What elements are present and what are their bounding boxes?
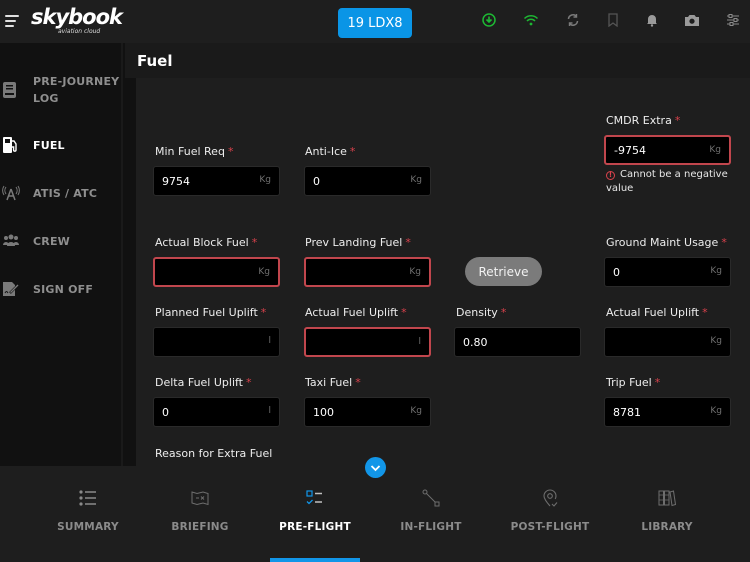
page-title: Fuel xyxy=(137,52,173,70)
delta-fuel-uplift-label: Delta Fuel Uplift * xyxy=(155,376,252,389)
prev-landing-fuel-input[interactable] xyxy=(306,259,429,285)
menu-icon xyxy=(5,15,19,17)
anti-ice-field[interactable]: Kg xyxy=(304,166,431,196)
library-icon xyxy=(657,488,677,508)
actual-block-fuel-input[interactable] xyxy=(155,259,278,285)
settings-sliders-icon[interactable] xyxy=(725,12,741,28)
logbook-icon xyxy=(2,81,18,99)
bottom-navigation: SUMMARY BRIEFING PRE-FLIGHT IN-FLIGHT PO… xyxy=(0,466,750,562)
sidebar-item-sign-off[interactable]: SIGN OFF xyxy=(0,280,123,300)
actual-fuel-uplift-litres-input[interactable] xyxy=(306,329,429,355)
page-header: Fuel xyxy=(125,43,750,78)
bell-icon[interactable] xyxy=(644,12,660,28)
actual-block-fuel-label: Actual Block Fuel * xyxy=(155,236,258,249)
min-fuel-req-field[interactable]: Kg xyxy=(153,166,280,196)
radio-tower-icon xyxy=(2,185,20,203)
actual-fuel-uplift-kg-label: Actual Fuel Uplift * xyxy=(606,306,708,319)
cmdr-extra-field[interactable]: Kg xyxy=(604,135,731,165)
active-tab-indicator xyxy=(270,558,360,562)
sidebar-item-atis-atc[interactable]: ATIS / ATC xyxy=(0,184,123,204)
actual-block-fuel-field[interactable]: Kg xyxy=(153,257,280,287)
planned-fuel-uplift-input[interactable] xyxy=(154,328,279,356)
tab-pre-flight[interactable]: PRE-FLIGHT xyxy=(265,466,365,562)
tab-summary[interactable]: SUMMARY xyxy=(38,466,138,562)
actual-fuel-uplift-kg-field[interactable]: Kg xyxy=(604,327,731,357)
tab-in-flight[interactable]: IN-FLIGHT xyxy=(381,466,481,562)
trip-fuel-label: Trip Fuel * xyxy=(606,376,661,389)
delta-fuel-uplift-field[interactable]: l xyxy=(153,397,280,427)
ground-maint-usage-field[interactable]: Kg xyxy=(604,257,731,287)
density-input[interactable] xyxy=(455,328,580,356)
tab-post-flight[interactable]: POST-FLIGHT xyxy=(500,466,600,562)
sign-off-icon xyxy=(2,281,19,299)
density-field[interactable] xyxy=(454,327,581,357)
cmdr-extra-error: ! Cannot be a negative value xyxy=(606,169,728,194)
trip-fuel-field[interactable]: Kg xyxy=(604,397,731,427)
chevron-down-icon xyxy=(370,464,381,471)
location-check-icon xyxy=(540,488,560,508)
sidebar: PRE-JOURNEY LOG FUEL ATIS / ATC CREW SIG… xyxy=(0,43,123,466)
map-icon xyxy=(190,488,210,508)
taxi-fuel-input[interactable] xyxy=(305,398,430,426)
anti-ice-input[interactable] xyxy=(305,167,430,195)
sidebar-item-pre-journey-log[interactable]: PRE-JOURNEY LOG xyxy=(0,73,123,109)
planned-fuel-uplift-label: Planned Fuel Uplift * xyxy=(155,306,267,319)
camera-icon[interactable] xyxy=(684,12,700,28)
scroll-down-button[interactable] xyxy=(365,457,386,478)
min-fuel-req-label: Min Fuel Req * xyxy=(155,145,234,158)
app-logo: skybook aviation cloud xyxy=(31,5,123,35)
tab-briefing[interactable]: BRIEFING xyxy=(150,466,250,562)
anti-ice-label: Anti-Ice * xyxy=(305,145,356,158)
fuel-pump-icon xyxy=(2,136,18,154)
wifi-icon[interactable] xyxy=(523,12,539,28)
flight-selector-button[interactable]: 19 LDX8 xyxy=(338,8,412,38)
prev-landing-fuel-label: Prev Landing Fuel * xyxy=(305,236,411,249)
download-icon[interactable] xyxy=(481,12,497,28)
density-label: Density * xyxy=(456,306,507,319)
min-fuel-req-input[interactable] xyxy=(154,167,279,195)
menu-button[interactable] xyxy=(5,15,19,27)
sidebar-item-fuel[interactable]: FUEL xyxy=(0,136,123,156)
ground-maint-usage-input[interactable] xyxy=(605,258,730,286)
tab-library[interactable]: LIBRARY xyxy=(617,466,717,562)
top-bar: skybook aviation cloud 19 LDX8 xyxy=(0,0,750,43)
bookmark-icon[interactable] xyxy=(605,12,621,28)
reason-extra-fuel-label: Reason for Extra Fuel xyxy=(155,447,273,460)
cmdr-extra-input[interactable] xyxy=(606,137,729,163)
list-icon xyxy=(78,488,98,508)
crew-icon xyxy=(2,233,19,251)
retrieve-button[interactable]: Retrieve xyxy=(465,257,542,286)
actual-fuel-uplift-litres-label: Actual Fuel Uplift * xyxy=(305,306,407,319)
delta-fuel-uplift-input[interactable] xyxy=(154,398,279,426)
taxi-fuel-label: Taxi Fuel * xyxy=(305,376,361,389)
sync-icon[interactable] xyxy=(565,12,581,28)
ground-maint-usage-label: Ground Maint Usage * xyxy=(606,236,727,249)
error-icon: ! xyxy=(606,171,615,180)
checklist-icon xyxy=(305,488,325,508)
actual-fuel-uplift-litres-field[interactable]: l xyxy=(304,327,431,357)
sidebar-item-crew[interactable]: CREW xyxy=(0,232,123,252)
trip-fuel-input[interactable] xyxy=(605,398,730,426)
taxi-fuel-field[interactable]: Kg xyxy=(304,397,431,427)
route-icon xyxy=(421,488,441,508)
cmdr-extra-label: CMDR Extra * xyxy=(606,114,681,127)
planned-fuel-uplift-field[interactable]: l xyxy=(153,327,280,357)
prev-landing-fuel-field[interactable]: Kg xyxy=(304,257,431,287)
actual-fuel-uplift-kg-input[interactable] xyxy=(605,328,730,356)
